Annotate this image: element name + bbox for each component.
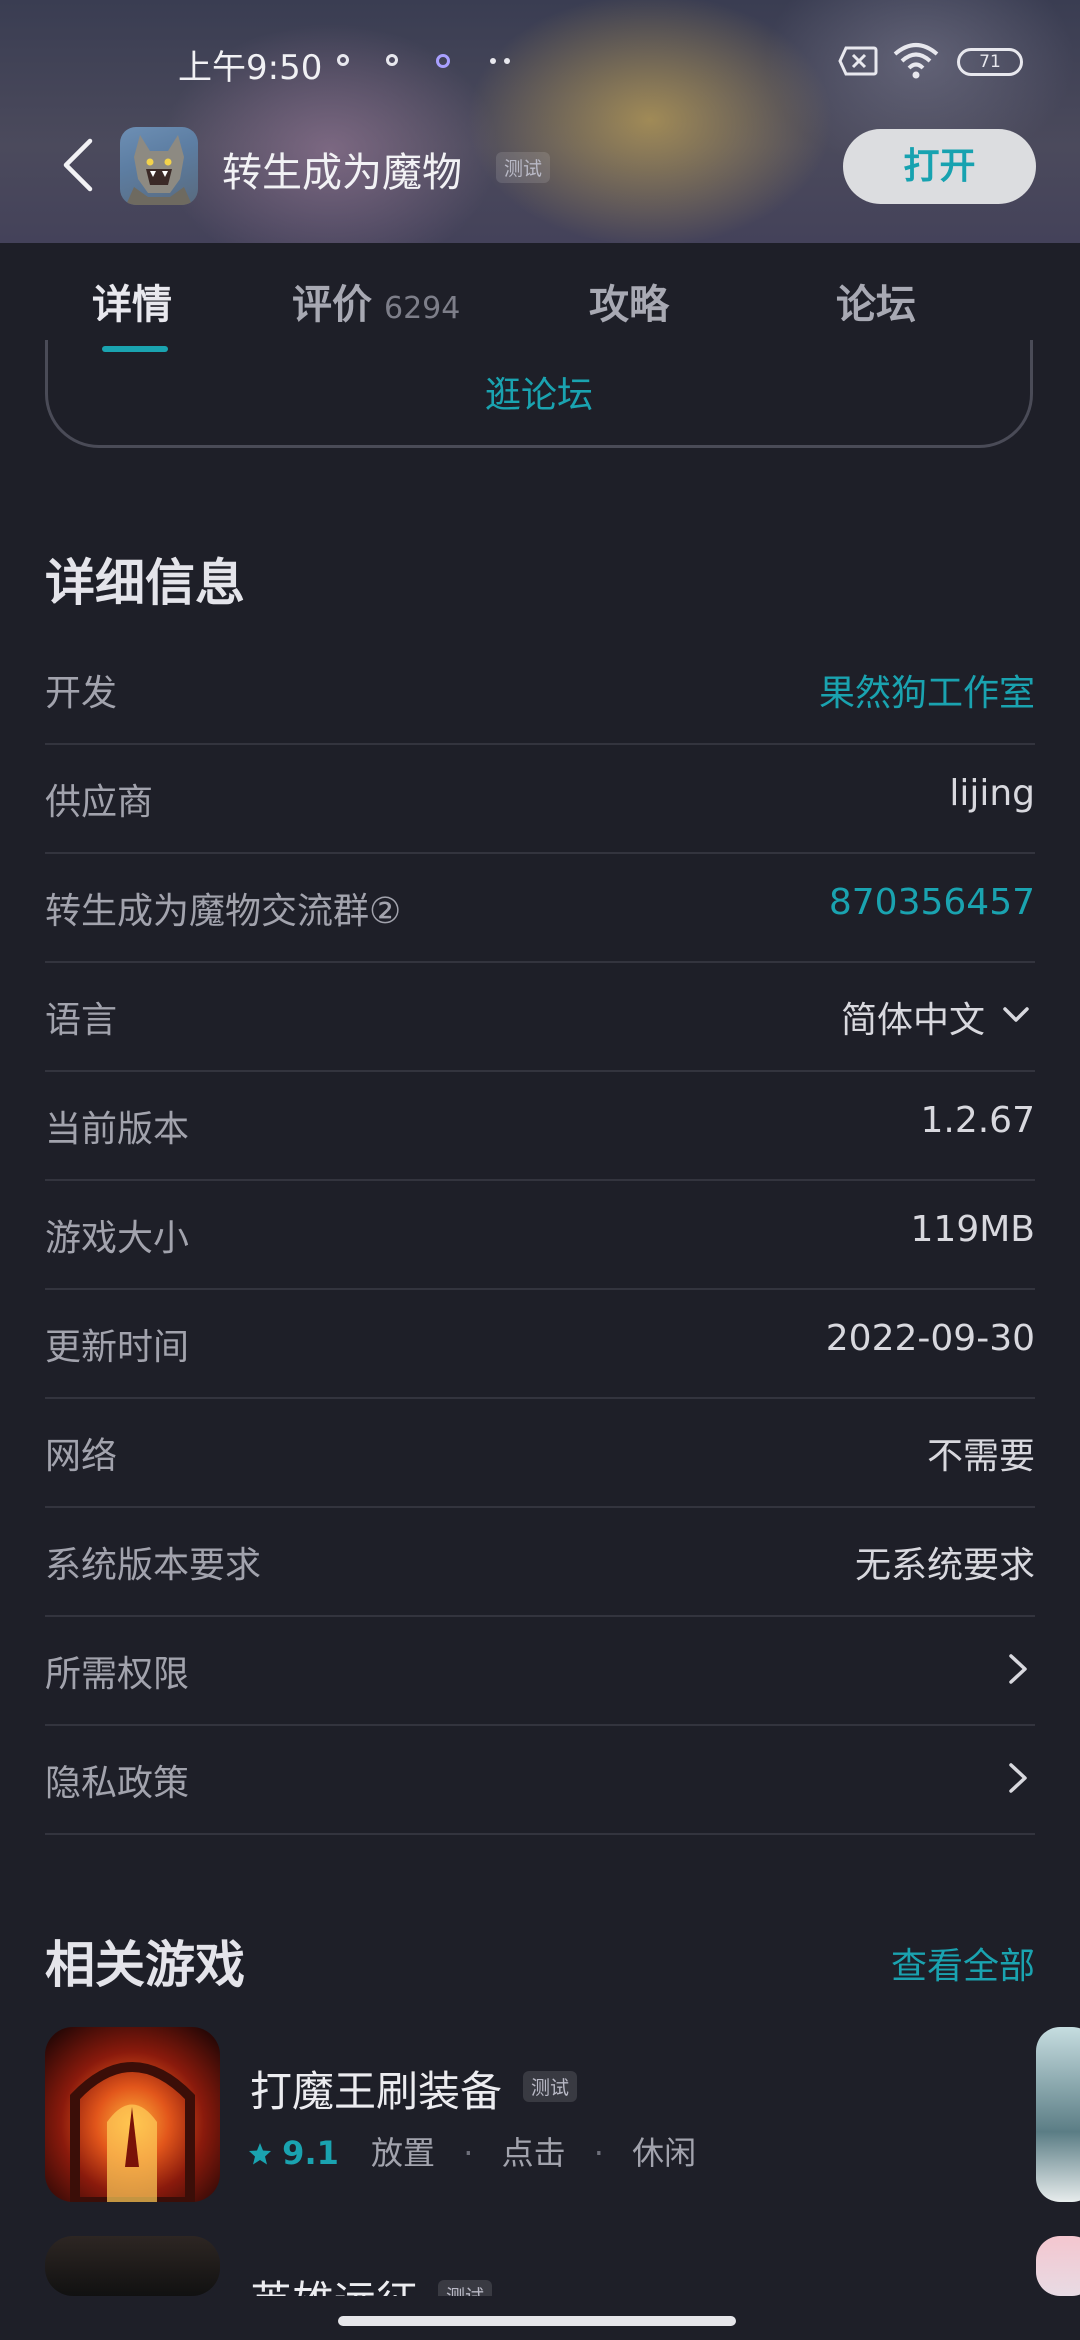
notification-dot-icon [386,54,398,66]
detail-row-network: 网络 不需要 [45,1397,1035,1508]
open-button[interactable]: 打开 [843,129,1036,204]
chevron-right-icon[interactable] [1005,1652,1031,1686]
detail-label: 系统版本要求 [45,1545,262,1586]
battery-level: 71 [979,52,1001,72]
detail-label: 更新时间 [45,1327,190,1368]
battery-icon: 71 [957,48,1023,76]
game-rating: 9.1 [282,2134,339,2172]
tab-label: 论坛 [836,282,916,328]
detail-value: lijing [949,773,1035,814]
game-meta: 9.1 放置 · 点击 · 休闲 [248,2128,696,2174]
detail-row-updated: 更新时间 2022-09-30 [45,1288,1035,1399]
detail-label: 转生成为魔物交流群② [45,891,402,932]
detail-value: 不需要 [926,1436,1035,1477]
detail-row-language[interactable]: 语言 简体中文 [45,961,1035,1072]
detail-row-privacy[interactable]: 隐私政策 [45,1724,1035,1835]
tab-details[interactable]: 详情 [92,272,172,330]
next-game-card[interactable] [1036,2027,1080,2202]
detail-label: 隐私政策 [45,1763,190,1804]
test-badge: 测试 [496,152,551,183]
game-icon[interactable] [45,2236,220,2296]
detail-row-vendor: 供应商 lijing [45,743,1035,854]
home-indicator[interactable] [338,2316,736,2326]
detail-row-permissions[interactable]: 所需权限 [45,1615,1035,1726]
related-section-title: 相关游戏 [45,1936,245,1994]
back-arrow-icon[interactable] [60,137,96,193]
detail-label: 所需权限 [45,1654,190,1695]
detail-value: 119MB [910,1209,1035,1250]
app-icon [120,127,198,205]
detail-label: 网络 [45,1436,118,1477]
game-tag: 点击 [501,2134,566,2172]
tab-reviews[interactable]: 评价 6294 [292,272,460,330]
detail-value: 无系统要求 [854,1545,1035,1586]
status-bar: 上午9:50 71 [0,0,1080,126]
tab-label: 攻略 [589,282,669,328]
detail-row-version: 当前版本 1.2.67 [45,1070,1035,1181]
chevron-right-icon[interactable] [1005,1761,1031,1795]
browse-forum-button[interactable]: 逛论坛 [45,340,1033,448]
detail-row-developer[interactable]: 开发 果然狗工作室 [45,634,1035,745]
detail-row-group[interactable]: 转生成为魔物交流群② 870356457 [45,852,1035,963]
detail-label: 游戏大小 [45,1218,190,1259]
more-notifications-icon [490,58,512,64]
test-badge: 测试 [523,2071,578,2102]
detail-row-size: 游戏大小 119MB [45,1179,1035,1290]
tab-guides[interactable]: 攻略 [589,272,669,330]
detail-row-system: 系统版本要求 无系统要求 [45,1506,1035,1617]
tab-label: 详情 [92,282,172,328]
star-icon [249,2143,271,2165]
details-section-title: 详细信息 [45,554,245,612]
status-time: 上午9:50 [178,48,323,88]
detail-label: 当前版本 [45,1109,190,1150]
werewolf-icon [126,135,192,205]
see-all-link[interactable]: 查看全部 [891,1937,1035,1989]
detail-label: 语言 [45,1000,118,1041]
chevron-down-icon[interactable] [1001,999,1031,1029]
next-game-card[interactable] [1036,2236,1080,2296]
language-value[interactable]: 简体中文 [841,991,985,1043]
wifi-icon [893,43,939,79]
detail-label: 开发 [45,673,118,714]
detail-label: 供应商 [45,782,154,823]
game-tag: 休闲 [632,2134,697,2172]
detail-value: 1.2.67 [920,1100,1035,1141]
game-title[interactable]: 打魔王刷装备 [250,2058,502,2119]
notification-app-icon [436,54,450,68]
game-tag: 放置 [371,2134,436,2172]
demon-gate-icon [70,2062,195,2202]
detail-value: 2022-09-30 [825,1318,1035,1359]
tab-forum[interactable]: 论坛 [836,272,916,330]
developer-link[interactable]: 果然狗工作室 [819,664,1035,716]
tab-label: 评价 [292,282,372,328]
review-count: 6294 [384,291,461,326]
app-title: 转生成为魔物 [222,150,462,196]
group-number-link[interactable]: 870356457 [829,882,1035,923]
game-icon[interactable] [45,2027,220,2202]
no-sim-icon [838,46,878,76]
notification-dot-icon [337,54,349,66]
